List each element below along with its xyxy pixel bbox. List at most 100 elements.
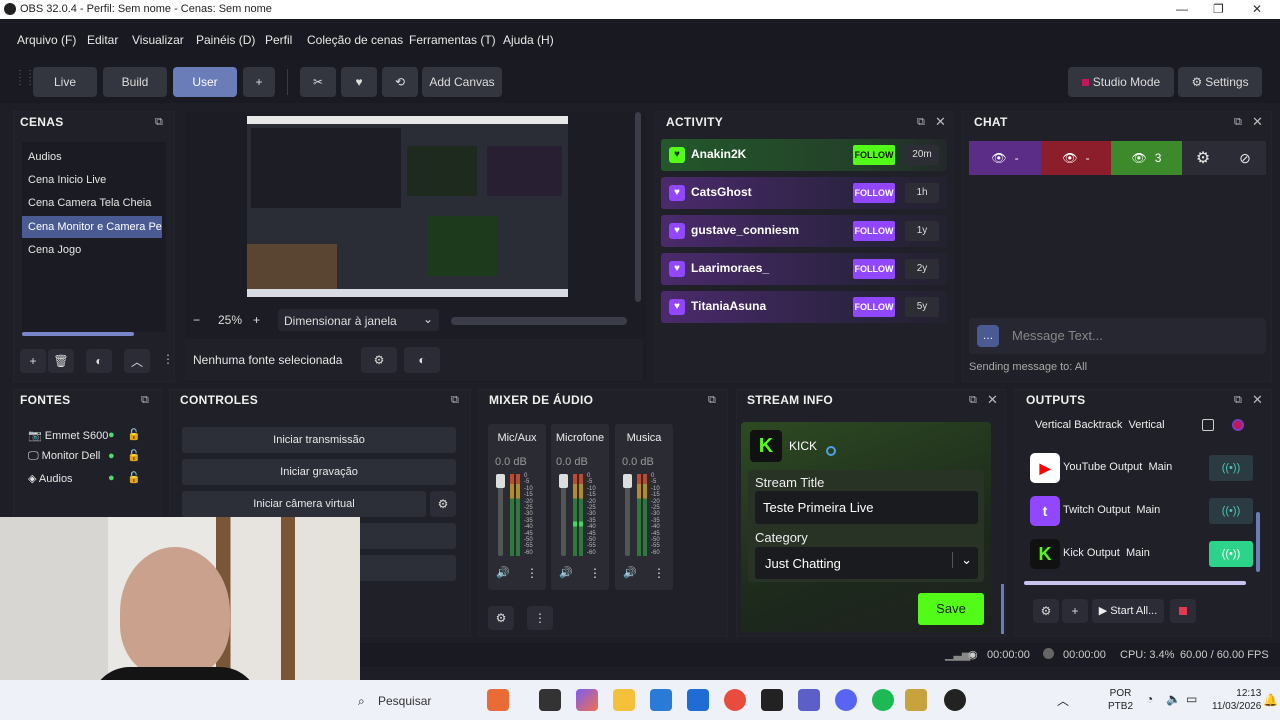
lock-icon[interactable]: 🔓 — [127, 471, 141, 484]
file-explorer-icon[interactable] — [613, 689, 635, 711]
mixer-more-icon[interactable]: ⋮ — [527, 606, 553, 630]
stream-title-input[interactable]: Teste Primeira Live — [755, 491, 978, 524]
discord-icon[interactable] — [835, 689, 857, 711]
widgets-icon[interactable] — [487, 689, 509, 711]
outputs-scrollbar[interactable] — [1256, 512, 1260, 572]
more-icon[interactable]: ⋮ — [526, 566, 538, 580]
undock-icon[interactable]: ⧉ — [141, 394, 149, 407]
stop-all-button[interactable] — [1170, 599, 1196, 623]
preview-scrollbar[interactable] — [635, 112, 641, 302]
scissors-icon[interactable]: ✂ — [300, 67, 336, 97]
canvas-user-button[interactable]: User — [173, 67, 237, 97]
lock-icon[interactable]: 🔓 — [127, 449, 141, 462]
add-canvas-plus-button[interactable]: + — [243, 67, 275, 97]
menu-visualizar[interactable]: Visualizar — [132, 33, 184, 47]
teams-icon[interactable] — [798, 689, 820, 711]
menu-ajuda[interactable]: Ajuda (H) — [503, 33, 554, 47]
notification-bell-icon[interactable]: 🔔 — [1263, 693, 1278, 707]
virtualcam-settings-icon[interactable]: ⚙ — [430, 491, 456, 517]
spotify-icon[interactable] — [872, 689, 894, 711]
scenes-scrollbar[interactable] — [22, 332, 134, 336]
clock[interactable]: 12:13 11/03/2026 — [1212, 687, 1261, 713]
store-icon[interactable] — [650, 689, 672, 711]
battery-icon[interactable]: ▭ — [1186, 692, 1197, 706]
wifi-icon[interactable]: ◔ — [1146, 692, 1153, 706]
menu-arquivo[interactable]: Arquivo (F) — [17, 33, 76, 47]
speaker-icon[interactable]: 🔊 — [623, 566, 637, 579]
drag-handle-icon[interactable]: ⋮⋮ ⋮⋮ — [15, 70, 35, 93]
scene-item[interactable]: Cena Camera Tela Cheia — [22, 192, 162, 214]
scene-item-selected[interactable]: Cena Monitor e Camera Peq — [22, 216, 162, 238]
preview-canvas[interactable] — [247, 116, 568, 297]
studio-mode-button[interactable]: Studio Mode — [1068, 67, 1174, 97]
record-dot-icon[interactable] — [1232, 419, 1244, 431]
mixer-settings-icon[interactable]: ⚙ — [488, 606, 514, 630]
chat-settings-icon[interactable]: ⚙ — [1182, 141, 1224, 175]
undock-icon[interactable]: ⧉ — [1234, 394, 1242, 407]
start-virtualcam-button[interactable]: Iniciar câmera virtual — [182, 491, 426, 517]
undock-icon[interactable]: ⧉ — [155, 116, 163, 129]
search-icon[interactable]: ⌕ — [358, 694, 365, 709]
tray-chevron-icon[interactable]: ︿ — [1057, 692, 1069, 709]
taskbar-search[interactable]: Pesquisar — [378, 694, 431, 708]
menu-editar[interactable]: Editar — [87, 33, 118, 47]
zoom-out-button[interactable]: − — [193, 313, 200, 327]
kick-viewers[interactable]: 👁 3 — [1111, 141, 1182, 175]
output-checkbox[interactable] — [1202, 419, 1214, 431]
speaker-icon[interactable]: 🔊 — [496, 566, 510, 579]
broadcast-toggle-icon[interactable]: ((•)) — [1209, 455, 1253, 481]
stream-info-scrollbar[interactable] — [1001, 584, 1004, 634]
broadcast-toggle-icon[interactable]: ((•)) — [1209, 541, 1253, 567]
volume-icon[interactable]: 🔈 — [1166, 692, 1181, 706]
canvas-build-button[interactable]: Build — [103, 67, 167, 97]
undock-icon[interactable]: ⧉ — [451, 394, 459, 407]
close-icon[interactable]: ✕ — [1252, 2, 1262, 16]
outlook-icon[interactable] — [687, 689, 709, 711]
maximize-icon[interactable]: ❐ — [1213, 2, 1224, 16]
settings-button[interactable]: ⚙ Settings — [1178, 67, 1262, 97]
heart-icon[interactable]: ♥ — [341, 67, 377, 97]
start-stream-button[interactable]: Iniciar transmissão — [182, 427, 456, 453]
lock-icon[interactable]: 🔓 — [127, 428, 141, 441]
volume-fader[interactable] — [559, 474, 568, 556]
visibility-eye-icon[interactable]: ● — [108, 450, 115, 462]
category-select[interactable]: Just Chatting ⌄ — [755, 547, 978, 579]
undock-icon[interactable]: ⧉ — [917, 116, 925, 129]
keyboard-layout[interactable]: POR PTB2 — [1108, 687, 1133, 713]
visibility-eye-icon[interactable]: ● — [108, 472, 115, 484]
source-item[interactable]: ◈ Audios — [28, 472, 73, 485]
visibility-eye-icon[interactable]: ● — [108, 429, 115, 441]
source-item[interactable]: 🖵 Monitor Dell — [28, 450, 100, 463]
copilot-icon[interactable] — [576, 689, 598, 711]
preview-h-scrollbar[interactable] — [451, 317, 627, 325]
close-icon[interactable]: ✕ — [935, 114, 946, 130]
fader-handle[interactable] — [496, 474, 505, 488]
add-canvas-button[interactable]: Add Canvas — [422, 67, 502, 97]
scene-item[interactable]: Audios — [22, 146, 162, 168]
fader-handle[interactable] — [559, 474, 568, 488]
undock-icon[interactable]: ⧉ — [969, 394, 977, 407]
refresh-icon[interactable]: ⟲ — [382, 67, 418, 97]
more-icon[interactable]: ⋮ — [589, 566, 601, 580]
menu-colecao-cenas[interactable]: Coleção de cenas — [307, 33, 403, 47]
volume-fader[interactable] — [496, 474, 505, 556]
chrome-icon[interactable] — [724, 689, 746, 711]
move-up-icon[interactable]: ︿ — [124, 349, 150, 373]
task-view-icon[interactable] — [539, 689, 561, 711]
scene-item[interactable]: Cena Inicio Live — [22, 169, 162, 191]
outputs-h-scrollbar[interactable] — [1024, 581, 1246, 585]
scale-mode-select[interactable]: Dimensionar à janela ⌄ — [278, 309, 439, 331]
app-icon[interactable] — [905, 689, 927, 711]
twitch-viewers[interactable]: 👁 - — [969, 141, 1041, 175]
youtube-viewers[interactable]: 👁 - — [1041, 141, 1111, 175]
menu-ferramentas[interactable]: Ferramentas (T) — [409, 33, 496, 47]
trash-icon[interactable]: 🗑 — [48, 349, 74, 373]
filter-icon[interactable]: ◐ — [86, 349, 112, 373]
obs-taskbar-icon[interactable] — [944, 689, 966, 711]
source-filters-icon[interactable]: ◐ — [404, 347, 440, 373]
source-item[interactable]: 📷 Emmet S600 — [28, 429, 108, 442]
speaker-icon[interactable]: 🔊 — [559, 566, 573, 579]
volume-fader[interactable] — [623, 474, 632, 556]
fader-handle[interactable] — [623, 474, 632, 488]
canvas-live-button[interactable]: Live — [33, 67, 97, 97]
